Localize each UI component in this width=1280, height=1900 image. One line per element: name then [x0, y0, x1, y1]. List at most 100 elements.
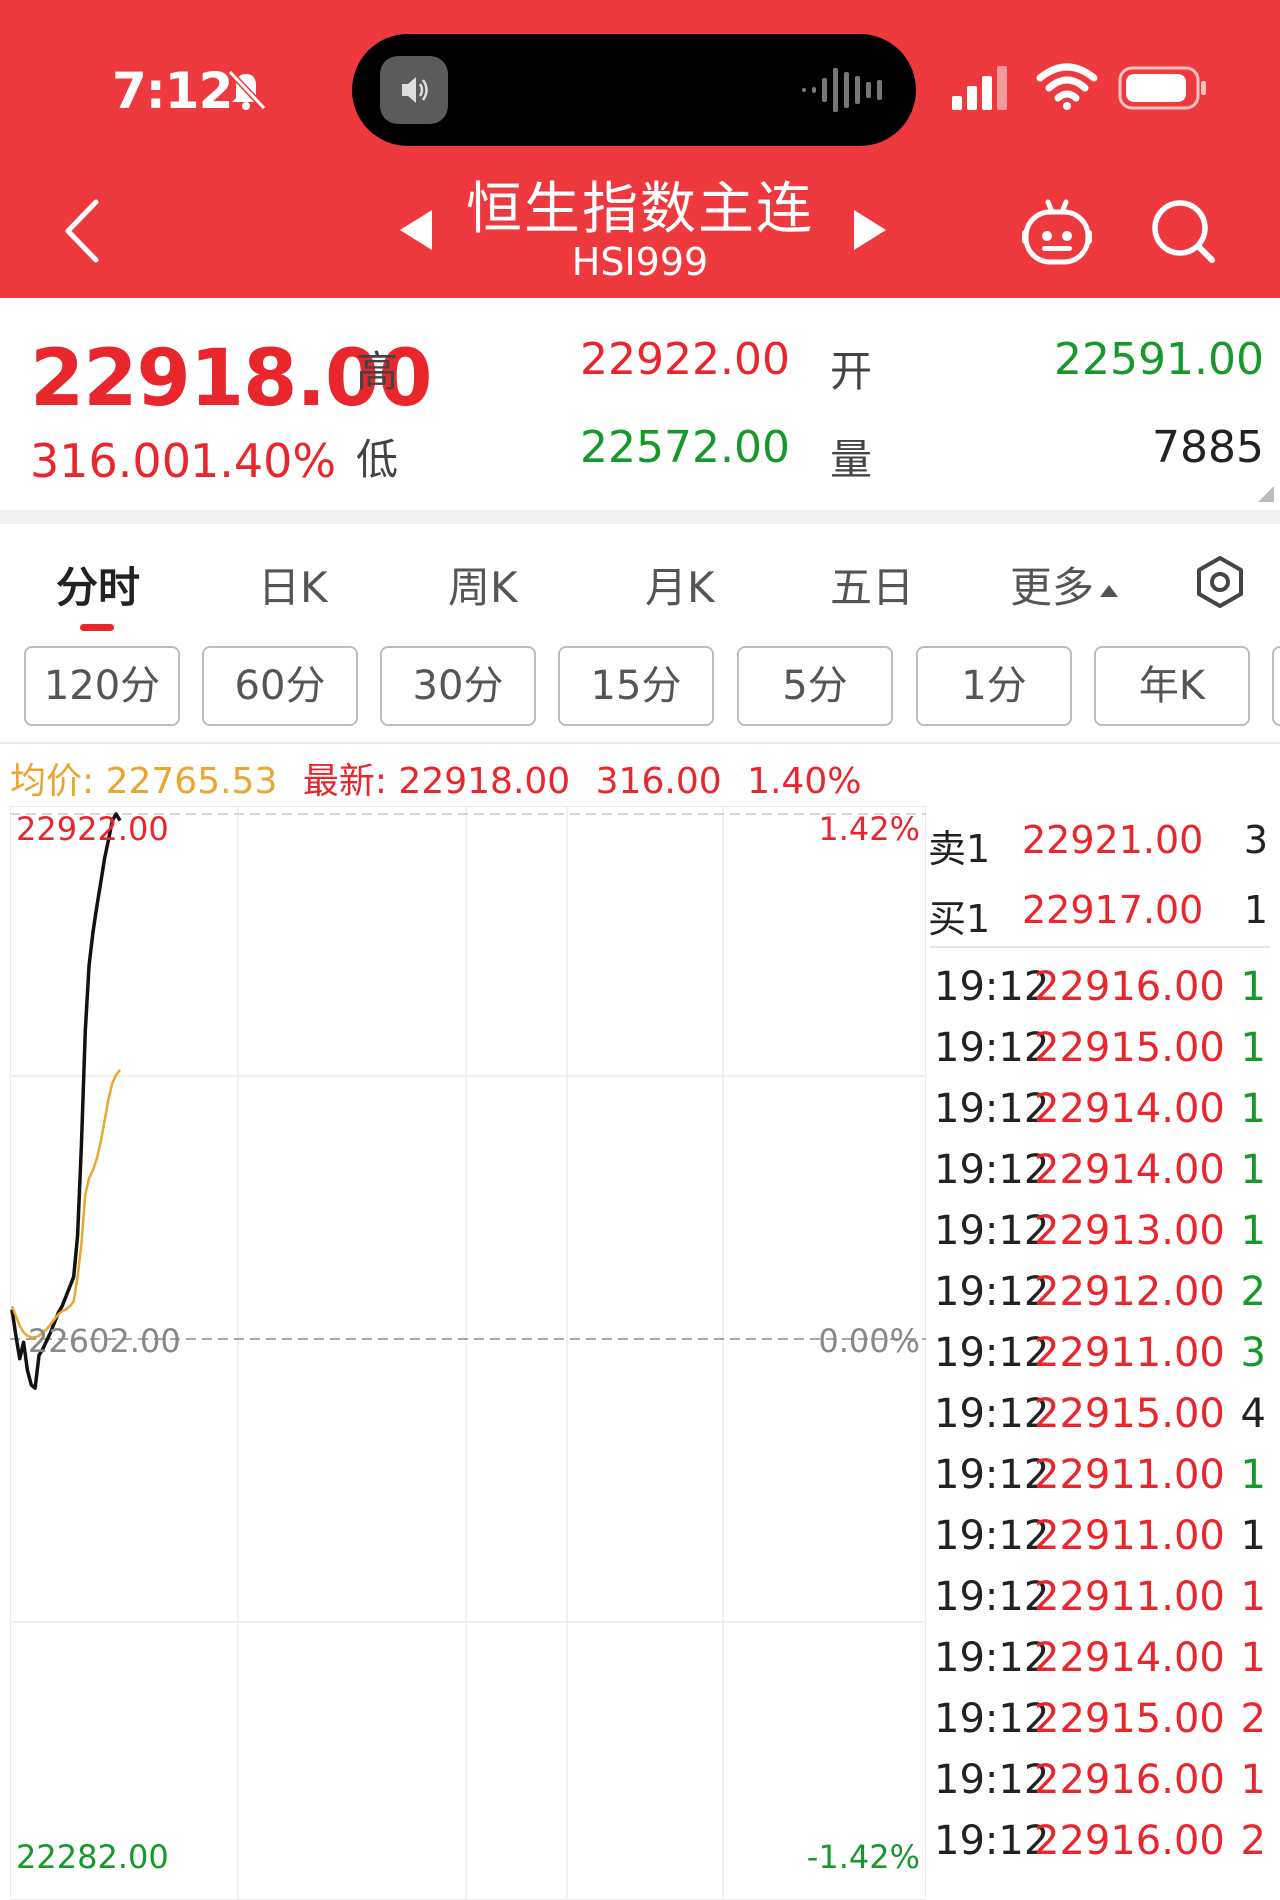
- period-30min[interactable]: 30分: [380, 646, 536, 726]
- tick-price: 22911.00: [1034, 1513, 1225, 1559]
- next-contract-icon[interactable]: [850, 208, 888, 252]
- avg-price-value: 22765.53: [105, 761, 278, 802]
- tick-volume: 1: [1240, 1635, 1266, 1681]
- tick-time: 19:12: [934, 1208, 1050, 1254]
- tick-time: 19:12: [934, 1696, 1050, 1742]
- contract-title: 恒生指数主连: [466, 177, 814, 242]
- tick-price: 22911.00: [1034, 1574, 1225, 1620]
- tab-weekly-k[interactable]: 周K: [448, 554, 518, 615]
- tick-row: 19:12 22916.00 2: [926, 1818, 1280, 1879]
- back-arrow-icon[interactable]: [58, 196, 108, 266]
- ask-1-row: 卖1 22921.00 3: [926, 818, 1280, 888]
- robot-assistant-icon[interactable]: [1020, 196, 1094, 266]
- open-label: 开: [830, 347, 873, 396]
- search-icon[interactable]: [1148, 196, 1218, 266]
- tick-row: 19:12 22915.00 2: [926, 1696, 1280, 1757]
- tab-more[interactable]: 更多: [1010, 554, 1119, 615]
- battery-icon: [1118, 66, 1206, 110]
- status-time: 7:12: [112, 62, 233, 120]
- tick-row: 19:12 22914.00 1: [926, 1635, 1280, 1696]
- volume-value: 7885: [1152, 422, 1264, 473]
- tick-price: 22915.00: [1034, 1696, 1225, 1742]
- previous-contract-icon[interactable]: [398, 208, 436, 252]
- period-120min[interactable]: 120分: [24, 646, 180, 726]
- tick-row: 19:12 22916.00 1: [926, 964, 1280, 1025]
- latest-label: 最新:: [302, 761, 387, 802]
- expand-corner-icon[interactable]: [1258, 486, 1274, 502]
- ask-1-label: 卖1: [928, 827, 991, 871]
- tick-row: 19:12 22915.00 1: [926, 1025, 1280, 1086]
- tick-price: 22915.00: [1034, 1025, 1225, 1071]
- period-1min[interactable]: 1分: [916, 646, 1072, 726]
- high-value: 22922.00: [580, 334, 790, 385]
- tick-time: 19:12: [934, 1330, 1050, 1376]
- tick-time: 19:12: [934, 1513, 1050, 1559]
- tick-volume: 1: [1240, 1757, 1266, 1803]
- high-label: 高: [356, 347, 399, 396]
- price-change-pct: 1.40%: [190, 434, 337, 488]
- y-axis-bottom-price: 22282.00: [16, 1838, 169, 1876]
- tick-time: 19:12: [934, 1086, 1050, 1132]
- intraday-chart[interactable]: 22922.00 22602.00 22282.00 1.42% 0.00% -…: [10, 806, 926, 1900]
- y-axis-bottom-pct: -1.42%: [806, 1838, 920, 1876]
- period-selector: 120分 60分 30分 15分 5分 1分 年K: [0, 646, 1280, 730]
- y-axis-top-price: 22922.00: [16, 810, 169, 848]
- tick-volume: 4: [1240, 1391, 1266, 1437]
- dynamic-island: [352, 34, 916, 146]
- tab-five-day[interactable]: 五日: [830, 554, 914, 615]
- period-60min[interactable]: 60分: [202, 646, 358, 726]
- tick-price: 22914.00: [1034, 1635, 1225, 1681]
- intraday-info-line: 均价: 22765.53 最新: 22918.00 316.00 1.40%: [10, 752, 861, 804]
- order-book-divider: [930, 946, 1270, 948]
- low-value: 22572.00: [580, 422, 790, 473]
- tick-volume: 2: [1240, 1696, 1266, 1742]
- latest-change: 316.00: [595, 761, 722, 802]
- tick-row: 19:12 22912.00 2: [926, 1269, 1280, 1330]
- tick-time: 19:12: [934, 964, 1050, 1010]
- tick-time: 19:12: [934, 1818, 1050, 1864]
- tick-time: 19:12: [934, 1757, 1050, 1803]
- period-overflow[interactable]: [1272, 646, 1280, 726]
- tick-price: 22914.00: [1034, 1086, 1225, 1132]
- tick-volume: 1: [1240, 1452, 1266, 1498]
- y-axis-mid-pct: 0.00%: [818, 1322, 920, 1360]
- latest-value: 22918.00: [398, 761, 571, 802]
- tick-volume: 2: [1240, 1818, 1266, 1864]
- tab-more-label: 更多: [1010, 563, 1095, 612]
- tick-price: 22912.00: [1034, 1269, 1225, 1315]
- tab-intraday[interactable]: 分时: [56, 554, 140, 615]
- period-15min[interactable]: 15分: [558, 646, 714, 726]
- period-year-k[interactable]: 年K: [1094, 646, 1250, 726]
- ask-1-qty: 3: [1243, 818, 1268, 862]
- tick-volume: 1: [1240, 1086, 1266, 1132]
- tick-price: 22914.00: [1034, 1147, 1225, 1193]
- tick-price: 22913.00: [1034, 1208, 1225, 1254]
- settings-icon[interactable]: [1192, 554, 1248, 610]
- tick-time: 19:12: [934, 1452, 1050, 1498]
- price-change: 316.00: [30, 434, 191, 488]
- open-value: 22591.00: [1054, 334, 1264, 385]
- tick-volume: 1: [1240, 1513, 1266, 1559]
- divider: [0, 742, 1280, 744]
- bid-1-qty: 1: [1243, 888, 1268, 932]
- section-gap: [0, 510, 1280, 524]
- tick-price: 22916.00: [1034, 1818, 1225, 1864]
- tick-row: 19:12 22914.00 1: [926, 1086, 1280, 1147]
- latest-change-pct: 1.40%: [747, 761, 862, 802]
- period-5min[interactable]: 5分: [737, 646, 893, 726]
- bid-1-price: 22917.00: [1022, 888, 1204, 932]
- tab-monthly-k[interactable]: 月K: [645, 554, 715, 615]
- tick-row: 19:12 22911.00 1: [926, 1452, 1280, 1513]
- speaker-icon: [380, 56, 448, 124]
- tick-row: 19:12 22914.00 1: [926, 1147, 1280, 1208]
- tick-time: 19:12: [934, 1391, 1050, 1437]
- tab-daily-k[interactable]: 日K: [258, 554, 328, 615]
- audio-wave-icon: [802, 68, 882, 112]
- quote-page: 7:12 恒生指数主连 HSI999 22918.00 316.00 1.40%…: [0, 0, 1280, 1900]
- tick-time: 19:12: [934, 1025, 1050, 1071]
- tick-volume: 1: [1240, 1147, 1266, 1193]
- y-axis-mid-price: 22602.00: [28, 1322, 181, 1360]
- tick-row: 19:12 22911.00 3: [926, 1330, 1280, 1391]
- y-axis-top-pct: 1.42%: [818, 810, 920, 848]
- tick-price: 22915.00: [1034, 1391, 1225, 1437]
